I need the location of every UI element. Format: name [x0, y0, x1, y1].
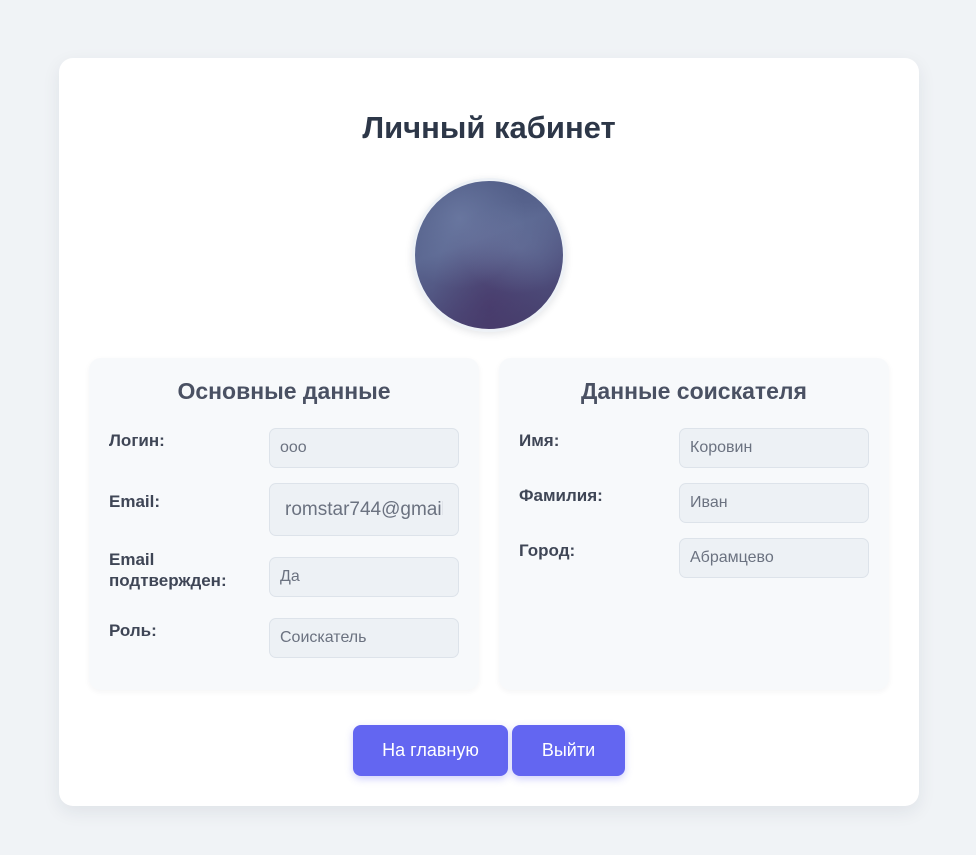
basic-data-panel: Основные данные Логин: Email: Email подт… [89, 358, 479, 690]
applicant-data-title: Данные соискателя [581, 378, 807, 404]
profile-card: Личный кабинет Основные данные Логин: Em… [59, 58, 919, 806]
first-name-field[interactable] [679, 428, 869, 468]
logout-button[interactable]: Выйти [512, 725, 625, 776]
city-label: Город: [519, 541, 576, 560]
login-field[interactable] [269, 428, 459, 468]
email-confirmed-field[interactable] [269, 557, 459, 597]
avatar [412, 178, 566, 332]
city-field[interactable] [679, 538, 869, 578]
page-title: Личный кабинет [362, 110, 616, 145]
role-field[interactable] [269, 618, 459, 658]
email-field[interactable] [269, 483, 459, 536]
last-name-field[interactable] [679, 483, 869, 523]
last-name-label: Фамилия: [519, 486, 603, 505]
role-label: Роль: [109, 621, 157, 640]
email-confirmed-label: Email подтвержден: [109, 550, 227, 590]
applicant-data-panel: Данные соискателя Имя: Фамилия: Город: [499, 358, 889, 690]
email-label: Email: [109, 492, 161, 511]
first-name-label: Имя: [519, 431, 560, 450]
home-button[interactable]: На главную [353, 725, 508, 776]
login-label: Логин: [109, 431, 165, 450]
basic-data-title: Основные данные [177, 378, 391, 404]
